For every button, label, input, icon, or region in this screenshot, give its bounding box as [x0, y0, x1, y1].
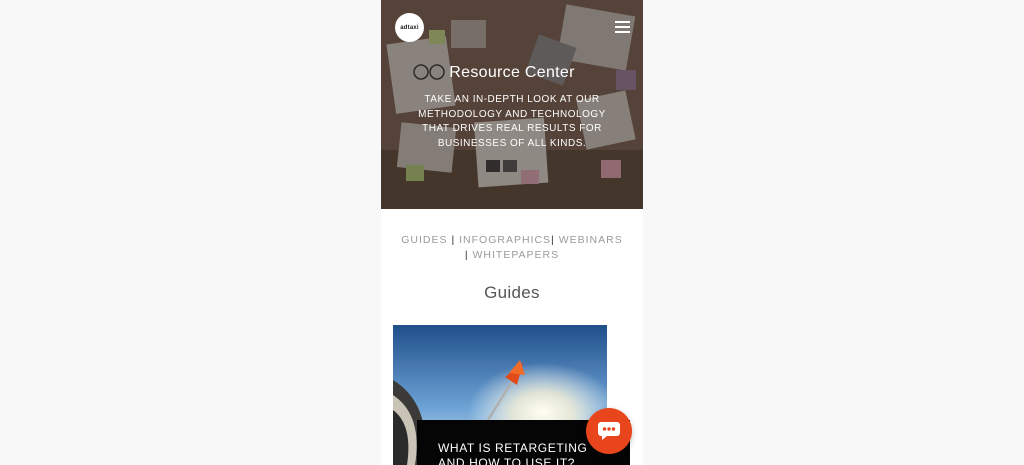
nav-link-whitepapers[interactable]: WHITEPAPERS [473, 249, 560, 261]
hero-banner: adtaxi Resource Center TAKE AN IN-DEPTH … [381, 0, 643, 209]
category-nav: GUIDES | INFOGRAPHICS| WEBINARS | WHITEP… [391, 233, 633, 263]
nav-link-infographics[interactable]: INFOGRAPHICS [459, 234, 551, 246]
caption-line-2: AND HOW TO USE IT? [438, 456, 576, 465]
hamburger-menu-icon[interactable] [615, 20, 631, 34]
nav-separator: | [464, 249, 469, 261]
nav-link-guides[interactable]: GUIDES [401, 234, 447, 246]
nav-link-webinars[interactable]: WEBINARS [559, 234, 623, 246]
menu-line [615, 31, 630, 33]
menu-line [615, 26, 630, 28]
chat-bubble-icon [598, 422, 620, 440]
nav-separator: | [451, 234, 456, 246]
adtaxi-logo[interactable]: adtaxi [395, 13, 424, 42]
page-title: Resource Center [449, 64, 575, 81]
nav-separator: | [551, 234, 555, 246]
mobile-viewport: adtaxi Resource Center TAKE AN IN-DEPTH … [381, 0, 643, 465]
section-title: Guides [484, 283, 540, 302]
chat-button[interactable] [586, 408, 632, 454]
menu-line [615, 21, 630, 23]
hero-subtitle: TAKE AN IN-DEPTH LOOK AT OUR METHODOLOGY… [418, 94, 606, 149]
